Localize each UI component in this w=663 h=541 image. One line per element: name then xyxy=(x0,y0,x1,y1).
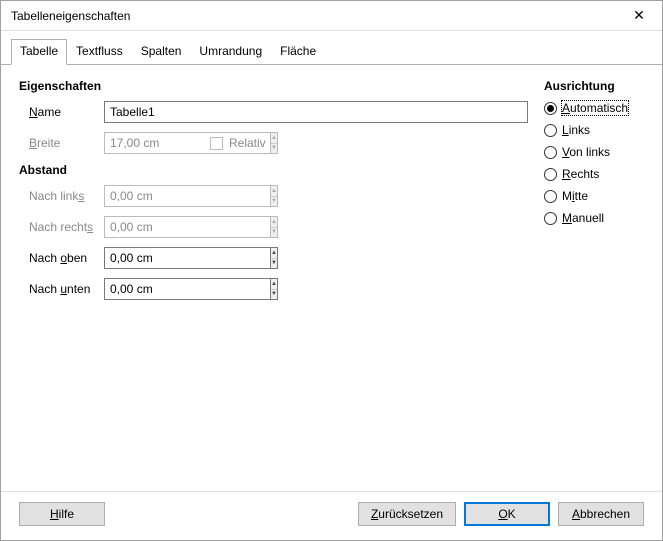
radio-rechts[interactable]: Rechts xyxy=(544,167,644,181)
relativ-label: Relativ xyxy=(229,136,266,150)
nach-rechts-spin-buttons: ▲ ▼ xyxy=(270,216,278,238)
name-input[interactable] xyxy=(104,101,528,123)
radio-circle-icon xyxy=(544,168,557,181)
section-abstand: Abstand xyxy=(19,163,528,177)
right-column: Ausrichtung Automatisch Links Von links … xyxy=(544,75,644,481)
button-bar: Hilfe Zurücksetzen OK Abbrechen xyxy=(1,491,662,540)
label-nach-oben: Nach oben xyxy=(19,251,104,265)
tab-spalten[interactable]: Spalten xyxy=(132,39,191,65)
radio-label-manuell: Manuell xyxy=(562,211,604,225)
label-breite: Breite xyxy=(19,136,104,150)
section-ausrichtung: Ausrichtung xyxy=(544,79,644,93)
spin-up-icon: ▲ xyxy=(271,217,277,228)
radio-links[interactable]: Links xyxy=(544,123,644,137)
dialog-window: Tabelleneigenschaften ✕ Tabelle Textflus… xyxy=(0,0,663,541)
nach-unten-input[interactable] xyxy=(104,278,270,300)
radio-label-rechts: Rechts xyxy=(562,167,599,181)
nach-oben-spin-buttons[interactable]: ▲ ▼ xyxy=(270,247,278,269)
spin-up-icon: ▲ xyxy=(271,133,277,144)
row-nach-links: Nach links ▲ ▼ xyxy=(19,185,528,207)
relativ-checkbox-wrap: Relativ xyxy=(210,136,266,150)
radio-automatisch[interactable]: Automatisch xyxy=(544,101,644,115)
help-button[interactable]: Hilfe xyxy=(19,502,105,526)
tab-textfluss[interactable]: Textfluss xyxy=(67,39,132,65)
nach-links-input xyxy=(104,185,270,207)
section-eigenschaften: Eigenschaften xyxy=(19,79,528,93)
label-nach-links: Nach links xyxy=(19,189,104,203)
radio-mitte[interactable]: Mitte xyxy=(544,189,644,203)
nach-unten-spin-buttons[interactable]: ▲ ▼ xyxy=(270,278,278,300)
tab-tabelle[interactable]: Tabelle xyxy=(11,39,67,65)
radio-label-links: Links xyxy=(562,123,590,137)
radio-manuell[interactable]: Manuell xyxy=(544,211,644,225)
radio-circle-icon xyxy=(544,124,557,137)
ok-button[interactable]: OK xyxy=(464,502,550,526)
spin-up-icon: ▲ xyxy=(271,186,277,197)
radio-label-mitte: Mitte xyxy=(562,189,588,203)
radio-circle-icon xyxy=(544,102,557,115)
label-nach-unten: Nach unten xyxy=(19,282,104,296)
breite-spin-buttons: ▲ ▼ xyxy=(270,132,278,154)
nach-oben-spinner[interactable]: ▲ ▼ xyxy=(104,247,192,269)
row-nach-oben: Nach oben ▲ ▼ xyxy=(19,247,528,269)
row-nach-rechts: Nach rechts ▲ ▼ xyxy=(19,216,528,238)
label-name: Name xyxy=(19,105,104,119)
nach-unten-spinner[interactable]: ▲ ▼ xyxy=(104,278,192,300)
nach-links-spin-buttons: ▲ ▼ xyxy=(270,185,278,207)
spin-up-icon[interactable]: ▲ xyxy=(271,279,277,290)
radio-von-links[interactable]: Von links xyxy=(544,145,644,159)
close-icon: ✕ xyxy=(633,7,645,24)
reset-button[interactable]: Zurücksetzen xyxy=(358,502,456,526)
radio-label-von-links: Von links xyxy=(562,145,610,159)
tab-content: Eigenschaften Name Breite ▲ ▼ Relativ xyxy=(1,65,662,491)
spin-down-icon[interactable]: ▼ xyxy=(271,290,277,300)
row-name: Name xyxy=(19,101,528,123)
spin-down-icon[interactable]: ▼ xyxy=(271,259,277,269)
radio-label-auto: Automatisch xyxy=(562,101,628,115)
left-column: Eigenschaften Name Breite ▲ ▼ Relativ xyxy=(19,75,528,481)
radio-circle-icon xyxy=(544,212,557,225)
align-radio-group: Automatisch Links Von links Rechts Mitte xyxy=(544,101,644,225)
spin-down-icon: ▼ xyxy=(271,228,277,238)
row-nach-unten: Nach unten ▲ ▼ xyxy=(19,278,528,300)
cancel-button[interactable]: Abbrechen xyxy=(558,502,644,526)
tab-umrandung[interactable]: Umrandung xyxy=(190,39,271,65)
spin-up-icon[interactable]: ▲ xyxy=(271,248,277,259)
nach-links-spinner: ▲ ▼ xyxy=(104,185,192,207)
close-button[interactable]: ✕ xyxy=(616,1,662,31)
spin-down-icon: ▼ xyxy=(271,197,277,207)
window-title: Tabelleneigenschaften xyxy=(11,9,130,23)
label-nach-rechts: Nach rechts xyxy=(19,220,104,234)
radio-circle-icon xyxy=(544,190,557,203)
breite-spinner: ▲ ▼ xyxy=(104,132,192,154)
tab-strip: Tabelle Textfluss Spalten Umrandung Fläc… xyxy=(1,31,662,65)
nach-oben-input[interactable] xyxy=(104,247,270,269)
tab-flaeche[interactable]: Fläche xyxy=(271,39,325,65)
nach-rechts-input xyxy=(104,216,270,238)
relativ-checkbox xyxy=(210,137,223,150)
titlebar: Tabelleneigenschaften ✕ xyxy=(1,1,662,31)
radio-circle-icon xyxy=(544,146,557,159)
spin-down-icon: ▼ xyxy=(271,144,277,154)
nach-rechts-spinner: ▲ ▼ xyxy=(104,216,192,238)
row-breite: Breite ▲ ▼ Relativ xyxy=(19,132,528,154)
